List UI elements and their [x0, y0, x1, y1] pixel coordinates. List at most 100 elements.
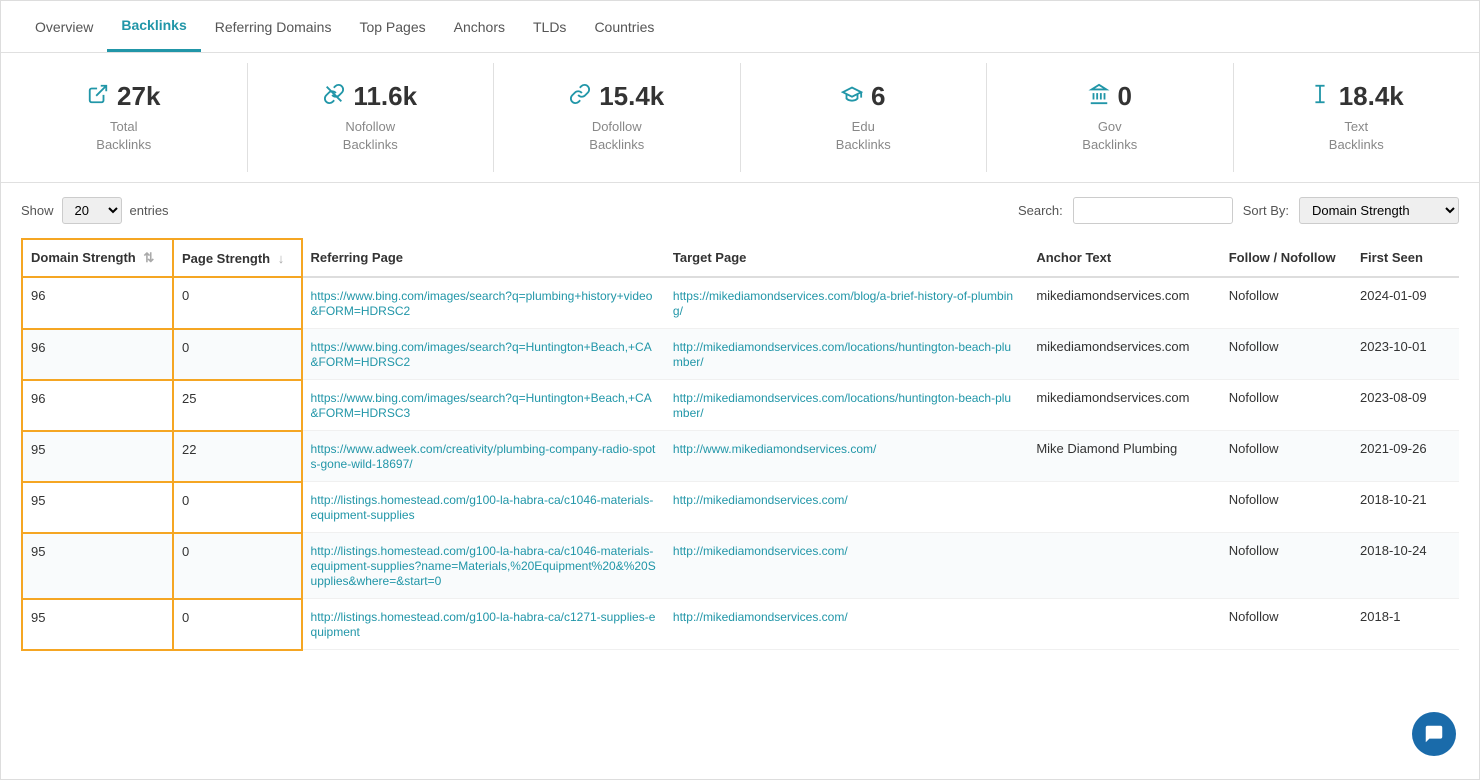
cell-target-page: http://mikediamondservices.com/locations… — [665, 380, 1028, 431]
tab-countries[interactable]: Countries — [580, 3, 668, 51]
tab-overview[interactable]: Overview — [21, 3, 107, 51]
referring-page-link[interactable]: https://www.bing.com/images/search?q=Hun… — [311, 391, 652, 420]
dofollow-icon — [569, 83, 591, 111]
cell-target-page: http://mikediamondservices.com/ — [665, 533, 1028, 599]
tab-top-pages[interactable]: Top Pages — [345, 3, 439, 51]
target-page-link[interactable]: http://mikediamondservices.com/ — [673, 544, 848, 558]
total-backlinks-label: TotalBacklinks — [96, 118, 151, 154]
cell-follow: Nofollow — [1221, 277, 1352, 329]
chat-button[interactable] — [1412, 712, 1456, 756]
sortby-label: Sort By: — [1243, 203, 1289, 218]
tab-referring-domains[interactable]: Referring Domains — [201, 3, 346, 51]
stat-total-backlinks: 27k TotalBacklinks — [1, 63, 248, 172]
cell-first-seen: 2018-10-21 — [1352, 482, 1459, 533]
cell-referring-page: https://www.bing.com/images/search?q=plu… — [302, 277, 665, 329]
cell-first-seen: 2024-01-09 — [1352, 277, 1459, 329]
nofollow-icon — [323, 83, 345, 111]
cell-referring-page: https://www.adweek.com/creativity/plumbi… — [302, 431, 665, 482]
table-row: 9522https://www.adweek.com/creativity/pl… — [22, 431, 1459, 482]
chat-icon — [1423, 723, 1445, 745]
target-page-link[interactable]: http://mikediamondservices.com/ — [673, 493, 848, 507]
col-header-domain-strength[interactable]: Domain Strength ⇅ — [22, 239, 173, 277]
cell-anchor-text: Mike Diamond Plumbing — [1028, 431, 1220, 482]
referring-page-link[interactable]: https://www.adweek.com/creativity/plumbi… — [311, 442, 656, 471]
cell-follow: Nofollow — [1221, 533, 1352, 599]
cell-anchor-text: mikediamondservices.com — [1028, 277, 1220, 329]
cell-first-seen: 2023-10-01 — [1352, 329, 1459, 380]
stat-nofollow-backlinks: 11.6k NofollowBacklinks — [248, 63, 495, 172]
col-header-referring-page[interactable]: Referring Page — [302, 239, 665, 277]
referring-page-link[interactable]: https://www.bing.com/images/search?q=plu… — [311, 289, 653, 318]
dofollow-backlinks-label: DofollowBacklinks — [589, 118, 644, 154]
data-table-wrapper: Domain Strength ⇅ Page Strength ↓ Referr… — [1, 238, 1479, 651]
referring-page-link[interactable]: http://listings.homestead.com/g100-la-ha… — [311, 493, 654, 522]
col-header-target-page[interactable]: Target Page — [665, 239, 1028, 277]
cell-follow: Nofollow — [1221, 482, 1352, 533]
search-input[interactable] — [1073, 197, 1233, 224]
cell-page-strength: 0 — [173, 482, 302, 533]
cell-follow: Nofollow — [1221, 380, 1352, 431]
referring-page-link[interactable]: http://listings.homestead.com/g100-la-ha… — [311, 610, 656, 639]
cell-page-strength: 0 — [173, 599, 302, 650]
cell-target-page: http://mikediamondservices.com/ — [665, 599, 1028, 650]
cell-anchor-text — [1028, 533, 1220, 599]
col-header-anchor-text[interactable]: Anchor Text — [1028, 239, 1220, 277]
referring-page-link[interactable]: https://www.bing.com/images/search?q=Hun… — [311, 340, 652, 369]
nav-tabs: Overview Backlinks Referring Domains Top… — [1, 1, 1479, 53]
cell-first-seen: 2018-10-24 — [1352, 533, 1459, 599]
cell-target-page: http://www.mikediamondservices.com/ — [665, 431, 1028, 482]
referring-page-link[interactable]: http://listings.homestead.com/g100-la-ha… — [311, 544, 656, 588]
cell-first-seen: 2023-08-09 — [1352, 380, 1459, 431]
entries-label: entries — [130, 203, 169, 218]
cell-referring-page: http://listings.homestead.com/g100-la-ha… — [302, 482, 665, 533]
tab-anchors[interactable]: Anchors — [440, 3, 519, 51]
cell-target-page: https://mikediamondservices.com/blog/a-b… — [665, 277, 1028, 329]
stat-gov-backlinks: 0 GovBacklinks — [987, 63, 1234, 172]
col-header-first-seen[interactable]: First Seen — [1352, 239, 1459, 277]
target-page-link[interactable]: http://www.mikediamondservices.com/ — [673, 442, 876, 456]
entries-select[interactable]: 20 10 50 100 — [62, 197, 122, 224]
show-label: Show — [21, 203, 54, 218]
cell-follow: Nofollow — [1221, 431, 1352, 482]
target-page-link[interactable]: http://mikediamondservices.com/locations… — [673, 391, 1011, 420]
cell-follow: Nofollow — [1221, 599, 1352, 650]
cell-domain-strength: 96 — [22, 277, 173, 329]
cell-referring-page: https://www.bing.com/images/search?q=Hun… — [302, 380, 665, 431]
cell-anchor-text — [1028, 599, 1220, 650]
sort-icon-page-strength: ↓ — [278, 251, 285, 266]
col-header-page-strength[interactable]: Page Strength ↓ — [173, 239, 302, 277]
stat-dofollow-backlinks: 15.4k DofollowBacklinks — [494, 63, 741, 172]
gov-icon — [1088, 83, 1110, 111]
gov-backlinks-value: 0 — [1118, 81, 1132, 112]
cell-referring-page: http://listings.homestead.com/g100-la-ha… — [302, 599, 665, 650]
table-row: 950http://listings.homestead.com/g100-la… — [22, 599, 1459, 650]
cell-first-seen: 2018-1 — [1352, 599, 1459, 650]
cell-domain-strength: 95 — [22, 482, 173, 533]
cell-anchor-text — [1028, 482, 1220, 533]
target-page-link[interactable]: https://mikediamondservices.com/blog/a-b… — [673, 289, 1013, 318]
cell-referring-page: http://listings.homestead.com/g100-la-ha… — [302, 533, 665, 599]
sortby-select[interactable]: Domain Strength Page Strength First Seen — [1299, 197, 1459, 224]
target-page-link[interactable]: http://mikediamondservices.com/locations… — [673, 340, 1011, 369]
nofollow-backlinks-value: 11.6k — [353, 81, 417, 112]
sort-icon-domain-strength: ⇅ — [143, 250, 154, 265]
cell-page-strength: 0 — [173, 277, 302, 329]
tab-backlinks[interactable]: Backlinks — [107, 1, 200, 52]
stat-text-backlinks: 18.4k TextBacklinks — [1234, 63, 1480, 172]
cell-follow: Nofollow — [1221, 329, 1352, 380]
edu-icon — [841, 83, 863, 111]
cell-target-page: http://mikediamondservices.com/locations… — [665, 329, 1028, 380]
table-row: 9625https://www.bing.com/images/search?q… — [22, 380, 1459, 431]
text-backlinks-value: 18.4k — [1339, 81, 1404, 112]
target-page-link[interactable]: http://mikediamondservices.com/ — [673, 610, 848, 624]
cell-domain-strength: 95 — [22, 533, 173, 599]
tab-tlds[interactable]: TLDs — [519, 3, 580, 51]
total-backlinks-value: 27k — [117, 81, 160, 112]
stat-edu-backlinks: 6 EduBacklinks — [741, 63, 988, 172]
cell-anchor-text: mikediamondservices.com — [1028, 329, 1220, 380]
col-header-follow[interactable]: Follow / Nofollow — [1221, 239, 1352, 277]
cell-anchor-text: mikediamondservices.com — [1028, 380, 1220, 431]
table-row: 960https://www.bing.com/images/search?q=… — [22, 329, 1459, 380]
cell-first-seen: 2021-09-26 — [1352, 431, 1459, 482]
text-backlinks-label: TextBacklinks — [1329, 118, 1384, 154]
